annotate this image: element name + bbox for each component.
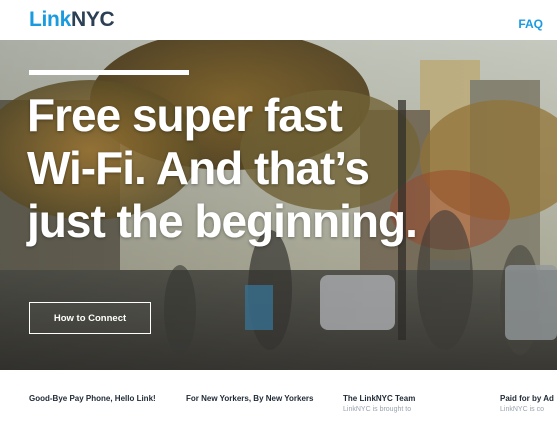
how-to-connect-button[interactable]: How to Connect	[29, 302, 151, 334]
card-title: For New Yorkers, By New Yorkers	[186, 394, 314, 403]
card-text: LinkNYC is brought to	[343, 406, 412, 413]
logo-link-text: Link	[29, 8, 71, 31]
headline-line-3: just the beginning.	[27, 195, 418, 247]
headline-accent-bar	[29, 70, 189, 75]
site-header: LinkNYC FAQ	[0, 0, 557, 41]
card-paid-for-by-ad[interactable]: Paid for by Ad LinkNYC is co	[500, 394, 557, 414]
hero-headline: Free super fast Wi-Fi. And that’s just t…	[27, 89, 547, 248]
headline-line-1: Free super fast	[27, 89, 343, 141]
faq-link[interactable]: FAQ	[518, 17, 543, 31]
logo-nyc-text: NYC	[70, 8, 115, 31]
card-title: Paid for by Ad	[500, 394, 554, 403]
card-linknyc-team[interactable]: The LinkNYC Team LinkNYC is brought to	[343, 394, 473, 414]
page: LinkNYC FAQ Free super fast Wi-Fi. And t…	[0, 0, 557, 422]
linknyc-logo[interactable]: LinkNYC	[29, 8, 115, 31]
card-goodbye-pay-phone[interactable]: Good-Bye Pay Phone, Hello Link!	[29, 394, 159, 403]
card-title: Good-Bye Pay Phone, Hello Link!	[29, 394, 156, 403]
headline-line-2: Wi-Fi. And that’s	[27, 142, 370, 194]
feature-cards: Good-Bye Pay Phone, Hello Link! For New …	[0, 370, 557, 422]
card-for-new-yorkers[interactable]: For New Yorkers, By New Yorkers	[186, 394, 316, 403]
card-text: LinkNYC is co	[500, 406, 544, 413]
hero-section: Free super fast Wi-Fi. And that’s just t…	[0, 40, 557, 370]
card-title: The LinkNYC Team	[343, 394, 416, 403]
